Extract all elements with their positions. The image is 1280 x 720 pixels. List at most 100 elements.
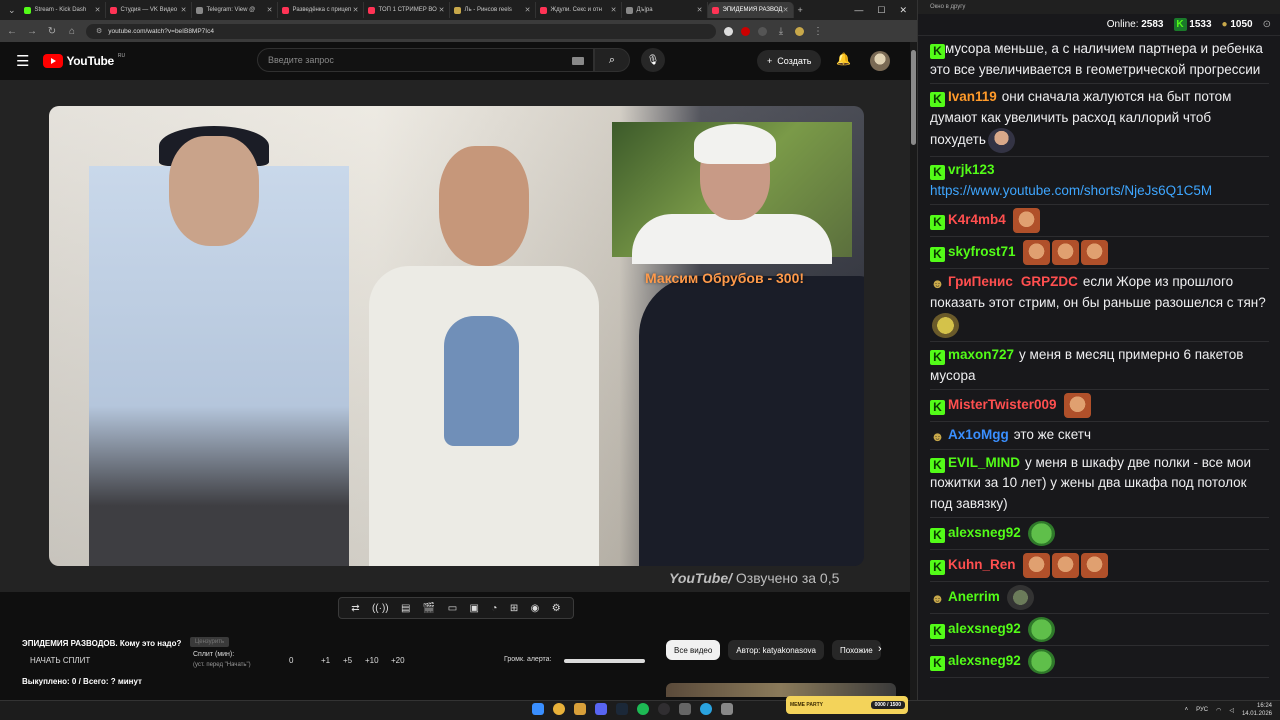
chat-username[interactable]: Ivan119 (948, 89, 997, 104)
chevron-right-icon[interactable]: › (878, 643, 882, 655)
app-icon[interactable] (679, 703, 691, 715)
create-button[interactable]: + Создать (757, 50, 822, 72)
tab[interactable]: Ль - Ринсов reels ✕ (450, 2, 536, 18)
avatar[interactable] (870, 51, 890, 71)
start-split-button[interactable]: НАЧАТЬ СПЛИТ (30, 656, 90, 665)
tab-close-icon[interactable]: ✕ (181, 6, 187, 14)
telegram-icon[interactable] (700, 703, 712, 715)
broadcast-icon[interactable]: ((·)) (372, 603, 389, 614)
tab[interactable]: Дъ|ра ✕ (622, 2, 708, 18)
tab-close-icon[interactable]: ✕ (267, 6, 273, 14)
chat-username[interactable]: alexsneg92 (948, 525, 1021, 540)
search-input[interactable]: Введите запрос (257, 48, 594, 72)
voice-search-button[interactable]: 🎙 (641, 48, 665, 72)
app-icon[interactable] (721, 703, 733, 715)
tab-close-icon[interactable]: ✕ (95, 6, 101, 14)
tab-close-icon[interactable]: ✕ (525, 6, 531, 14)
search-button[interactable]: ⌕ (594, 48, 630, 72)
volume-icon[interactable]: ◁ (1229, 707, 1234, 714)
chat-username[interactable]: Ax1oMgg (948, 427, 1009, 442)
tab-close-icon[interactable]: ✕ (697, 6, 703, 14)
explorer-icon[interactable] (574, 703, 586, 715)
chat-username[interactable]: Kuhn_Ren (948, 557, 1016, 572)
extension-icon[interactable] (758, 26, 767, 36)
reload-icon[interactable]: ↻ (46, 26, 58, 37)
settings-gear-icon[interactable]: ⚙ (552, 603, 561, 614)
chat-username[interactable]: alexsneg92 (948, 621, 1021, 636)
close-icon[interactable]: ✕ (899, 5, 907, 16)
chat-username[interactable]: maxon727 (948, 347, 1014, 362)
chat-username[interactable]: MisterTwister009 (948, 397, 1057, 412)
speed-icon[interactable]: ◔ (491, 603, 497, 614)
screenshot-icon[interactable]: ◉ (531, 603, 540, 614)
obs-icon[interactable] (658, 703, 670, 715)
tab[interactable]: ТОП 1 СТРИМЕР ВО ✕ (364, 2, 450, 18)
chat-username[interactable]: ГриПенис (948, 274, 1013, 289)
chat-username[interactable]: EVIL_MIND (948, 455, 1020, 470)
tab[interactable]: Stream - Kick Dash ✕ (20, 2, 106, 18)
new-tab-button[interactable]: + (798, 5, 803, 15)
related-video-thumbnail[interactable] (666, 683, 896, 697)
spotify-icon[interactable] (637, 703, 649, 715)
notifications-bell-icon[interactable]: 🔔 (836, 52, 851, 66)
cinema-icon[interactable]: ▣ (470, 603, 479, 614)
tab[interactable]: Ждули. Секс и отн ✕ (536, 2, 622, 18)
tab[interactable]: ЭПИДЕМИЯ РАЗВОД ✕ (707, 2, 794, 18)
chip-author[interactable]: Автор: katyakonasova (728, 640, 824, 660)
back-icon[interactable]: ← (6, 26, 18, 37)
tray-chevron-icon[interactable]: ˄ (1185, 707, 1189, 713)
alert-volume-slider[interactable] (564, 659, 645, 663)
menu-hamburger-icon[interactable]: ☰ (16, 52, 29, 70)
steam-icon[interactable] (616, 703, 628, 715)
scrollbar-thumb[interactable] (911, 50, 916, 145)
split-add-10-button[interactable]: +10 (365, 656, 379, 665)
extension-icon[interactable] (724, 26, 733, 36)
censor-button[interactable]: Цензурить (189, 636, 230, 647)
video-frame[interactable]: Максим Обрубов - 300! (49, 106, 864, 566)
site-info-icon[interactable]: ⚙ (96, 27, 102, 35)
discord-icon[interactable] (595, 703, 607, 715)
chat-username[interactable]: vrjk123 (948, 162, 995, 177)
profile-icon[interactable] (795, 26, 804, 36)
download-icon[interactable]: ⤓ (775, 26, 787, 37)
video-player[interactable]: Максим Обрубов - 300! YouTube/ Озвучено … (0, 80, 910, 592)
split-add-1-button[interactable]: +1 (321, 656, 330, 665)
split-add-5-button[interactable]: +5 (343, 656, 352, 665)
frame-icon[interactable]: ▭ (448, 603, 457, 614)
chat-username[interactable]: K4r4mb4 (948, 212, 1006, 227)
tab[interactable]: Telegram: View @ ✕ (192, 2, 278, 18)
chip-all-videos[interactable]: Все видео (666, 640, 721, 660)
tab[interactable]: Разведёнка с прицеп ✕ (278, 2, 364, 18)
chat-link[interactable]: https://www.youtube.com/shorts/NjeJs6Q1C… (930, 183, 1212, 198)
youtube-logo[interactable]: YouTube RU (43, 53, 125, 68)
tab-search-icon[interactable]: ⌄ (8, 5, 16, 16)
maximize-icon[interactable]: ☐ (877, 5, 885, 16)
clock[interactable]: 16:24 14.01.2026 (1242, 702, 1272, 718)
chat-username[interactable]: alexsneg92 (948, 653, 1021, 668)
keyboard-icon[interactable] (572, 57, 584, 65)
split-add-20-button[interactable]: +20 (391, 656, 405, 665)
chrome-icon[interactable] (553, 703, 565, 715)
chat-username[interactable]: Anerrim (948, 589, 1000, 604)
tab-close-icon[interactable]: ✕ (783, 6, 789, 14)
loop-icon[interactable]: ⇄ (351, 603, 359, 614)
menu-icon[interactable]: ⋮ (812, 26, 824, 37)
extension-icon[interactable] (741, 26, 750, 36)
url-field[interactable]: ⚙ youtube.com/watch?v=beIB8MP7Ic4 (86, 23, 716, 39)
tab-close-icon[interactable]: ✕ (611, 6, 617, 14)
chat-username[interactable]: GRPZDC (1021, 274, 1078, 289)
minimize-icon[interactable]: — (854, 5, 863, 16)
tab-close-icon[interactable]: ✕ (353, 6, 359, 14)
add-clip-icon[interactable]: ⊞ (510, 603, 518, 614)
home-icon[interactable]: ⌂ (66, 26, 78, 37)
tab-close-icon[interactable]: ✕ (439, 6, 445, 14)
chat-settings-icon[interactable]: ⊙ (1263, 19, 1271, 30)
page-scrollbar[interactable] (910, 42, 917, 700)
tab[interactable]: Студия — VK Видео ✕ (106, 2, 192, 18)
chip-similar[interactable]: Похожие (832, 640, 881, 660)
forward-icon[interactable]: → (26, 26, 38, 37)
playlist-icon[interactable]: ▤ (401, 603, 410, 614)
wifi-icon[interactable]: ◠ (1216, 707, 1221, 714)
chat-username[interactable]: skyfrost71 (948, 244, 1016, 259)
windows-start-icon[interactable] (532, 703, 544, 715)
